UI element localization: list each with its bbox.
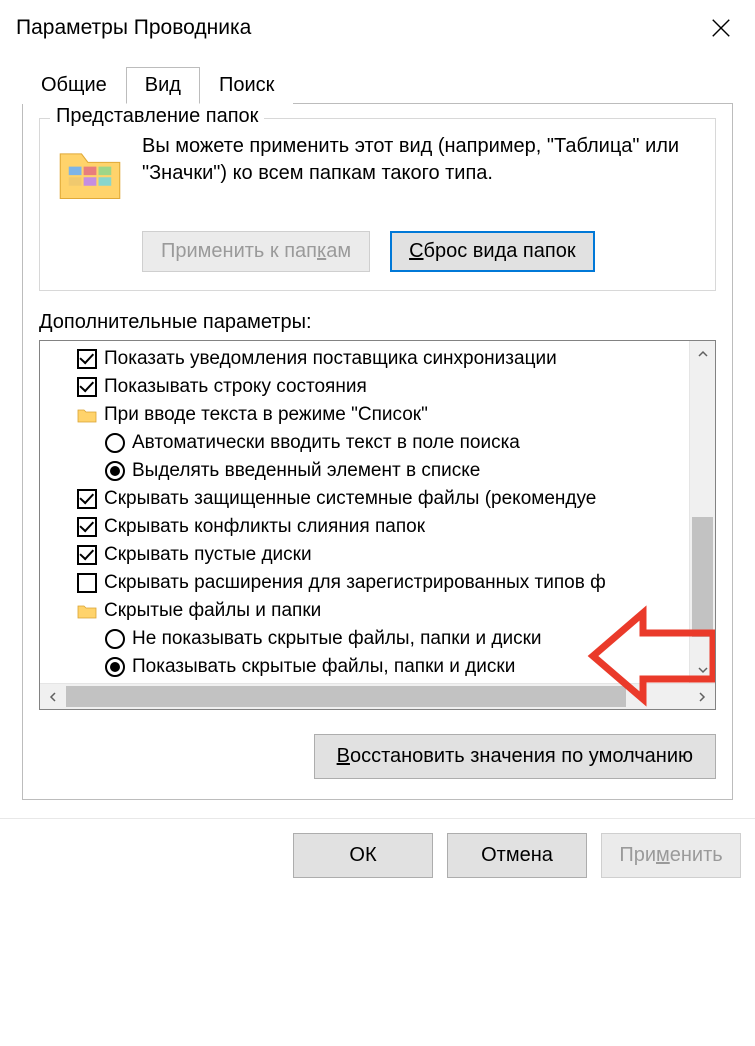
cancel-button[interactable]: Отмена (447, 833, 587, 878)
list-item[interactable]: Автоматически вводить текст в поле поиск… (40, 429, 716, 457)
radio-icon (104, 656, 126, 678)
list-item-label: Показать уведомления поставщика синхрони… (104, 348, 557, 370)
list-item[interactable]: Показать уведомления поставщика синхрони… (40, 345, 716, 373)
scroll-right-icon[interactable] (689, 684, 715, 710)
restore-defaults-button[interactable]: Восстановить значения по умолчанию (314, 734, 716, 779)
list-item[interactable]: Показывать строку состояния (40, 373, 716, 401)
tab-search[interactable]: Поиск (200, 67, 293, 104)
dialog-buttons: ОК Отмена Применить (0, 818, 755, 892)
apply-to-folders-button: Применить к папкам (142, 231, 370, 272)
tab-view[interactable]: Вид (126, 67, 200, 104)
apply-button: Применить (601, 833, 741, 878)
close-icon (710, 17, 732, 39)
list-item-label: Автоматически вводить текст в поле поиск… (132, 432, 520, 454)
radio-icon (104, 460, 126, 482)
list-item-label: При вводе текста в режиме "Список" (104, 404, 428, 426)
folder-icon (56, 139, 124, 207)
list-item[interactable]: Скрывать расширения для зарегистрированн… (40, 569, 716, 597)
list-item: Скрытые файлы и папки (40, 597, 716, 625)
list-item[interactable]: Скрывать конфликты слияния папок (40, 513, 716, 541)
list-item-label: Скрывать конфликты слияния папок (104, 516, 425, 538)
list-item[interactable]: Скрывать защищенные системные файлы (рек… (40, 485, 716, 513)
folder-views-description: Вы можете применить этот вид (например, … (142, 133, 699, 187)
folder-icon (76, 404, 98, 426)
radio-icon (104, 432, 126, 454)
checkbox-icon (76, 544, 98, 566)
explorer-options-window: Параметры Проводника Общие Вид Поиск Пре… (0, 0, 755, 892)
list-item-label: Скрывать расширения для зарегистрированн… (104, 572, 606, 594)
list-item-label: Скрывать пустые диски (104, 544, 312, 566)
scroll-left-icon[interactable] (40, 684, 66, 710)
checkbox-icon (76, 348, 98, 370)
list-item-label: Показывать скрытые файлы, папки и диски (132, 656, 515, 678)
tab-general[interactable]: Общие (22, 67, 126, 104)
checkbox-icon (76, 376, 98, 398)
list-item[interactable]: Не показывать скрытые файлы, папки и дис… (40, 625, 716, 653)
close-button[interactable] (701, 8, 741, 48)
list-item[interactable]: Скрывать пустые диски (40, 541, 716, 569)
checkbox-icon (76, 488, 98, 510)
radio-icon (104, 628, 126, 650)
horizontal-scroll-thumb[interactable] (66, 686, 626, 707)
list-item[interactable]: Показывать скрытые файлы, папки и диски (40, 653, 716, 681)
scroll-down-icon[interactable] (690, 657, 716, 683)
list-item[interactable]: Выделять введенный элемент в списке (40, 457, 716, 485)
reset-folder-views-button[interactable]: Сброс вида папок (390, 231, 595, 272)
checkbox-icon (76, 572, 98, 594)
list-item-label: Показывать строку состояния (104, 376, 367, 398)
list-item-label: Скрывать защищенные системные файлы (рек… (104, 488, 596, 510)
vertical-scrollbar[interactable] (689, 341, 715, 683)
vertical-scroll-thumb[interactable] (692, 517, 713, 637)
checkbox-icon (76, 516, 98, 538)
advanced-settings-list[interactable]: Показать уведомления поставщика синхрони… (39, 340, 716, 710)
folder-views-legend: Представление папок (50, 105, 264, 128)
tab-panel-view: Представление папок Вы можете применить … (22, 103, 733, 800)
list-item-label: Скрытые файлы и папки (104, 600, 321, 622)
advanced-settings-label: Дополнительные параметры: (39, 311, 716, 334)
window-title: Параметры Проводника (16, 16, 251, 40)
list-item-label: Выделять введенный элемент в списке (132, 460, 480, 482)
tabs: Общие Вид Поиск (0, 66, 755, 103)
titlebar: Параметры Проводника (0, 0, 755, 56)
list-item-label: Не показывать скрытые файлы, папки и дис… (132, 628, 542, 650)
ok-button[interactable]: ОК (293, 833, 433, 878)
scroll-up-icon[interactable] (690, 341, 716, 367)
folder-views-group: Представление папок Вы можете применить … (39, 118, 716, 291)
folder-icon (76, 600, 98, 622)
list-item: При вводе текста в режиме "Список" (40, 401, 716, 429)
horizontal-scrollbar[interactable] (40, 683, 715, 709)
